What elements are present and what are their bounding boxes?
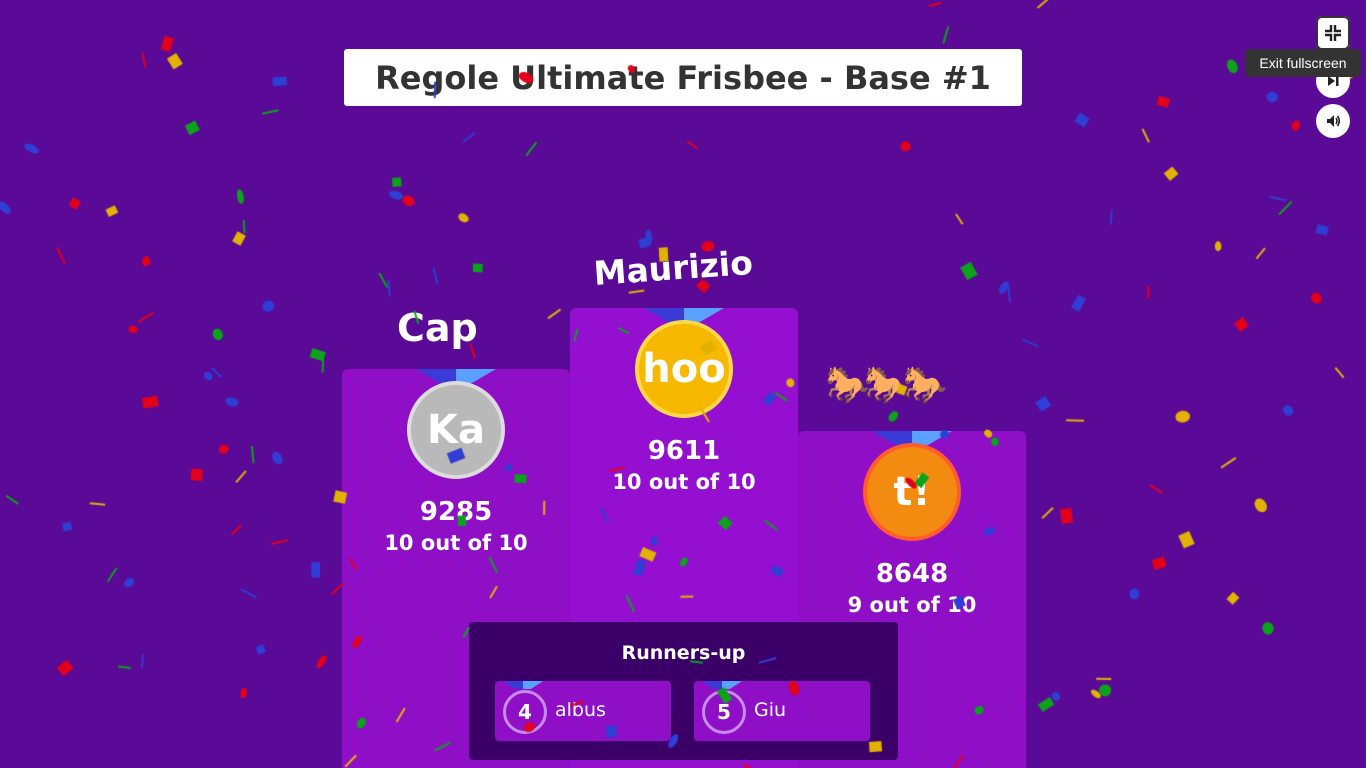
first-place-correct: 10 out of 10 — [612, 470, 756, 494]
first-place-name: Maurizio — [592, 242, 755, 293]
second-place-correct: 10 out of 10 — [384, 531, 528, 555]
third-place-correct: 9 out of 10 — [847, 593, 977, 617]
runner-up-item: 4 albus — [495, 681, 671, 741]
runner-up-item: 5 Giu — [694, 681, 870, 741]
first-place-score: 9611 — [647, 436, 721, 466]
runners-up-panel: Runners-up 4 albus 5 Giu — [469, 622, 898, 760]
volume-icon — [1327, 115, 1341, 127]
exit-fullscreen-icon — [1325, 25, 1341, 41]
third-place-name: 🐎🐎🐎 — [825, 365, 948, 406]
quiz-title: Regole Ultimate Frisbee - Base #1 — [344, 49, 1022, 106]
runner-up-name: Giu — [754, 699, 787, 721]
first-place-avatar: hoo — [635, 320, 733, 418]
medal-ribbon — [702, 681, 742, 689]
runners-up-title: Runners-up — [621, 642, 746, 664]
runner-up-name: albus — [555, 699, 606, 721]
second-place-score: 9285 — [419, 497, 493, 527]
third-place-score: 8648 — [875, 559, 949, 589]
third-place-avatar: t! — [863, 443, 961, 541]
medal-ribbon — [503, 681, 543, 689]
exit-fullscreen-button[interactable] — [1316, 16, 1350, 50]
runner-up-rank: 4 — [503, 690, 547, 734]
second-place-name: Cap — [397, 306, 478, 350]
runner-up-rank: 5 — [702, 690, 746, 734]
second-place-avatar: Ka — [407, 381, 505, 479]
volume-button[interactable] — [1316, 104, 1350, 138]
exit-fullscreen-tooltip: Exit fullscreen — [1245, 49, 1361, 77]
